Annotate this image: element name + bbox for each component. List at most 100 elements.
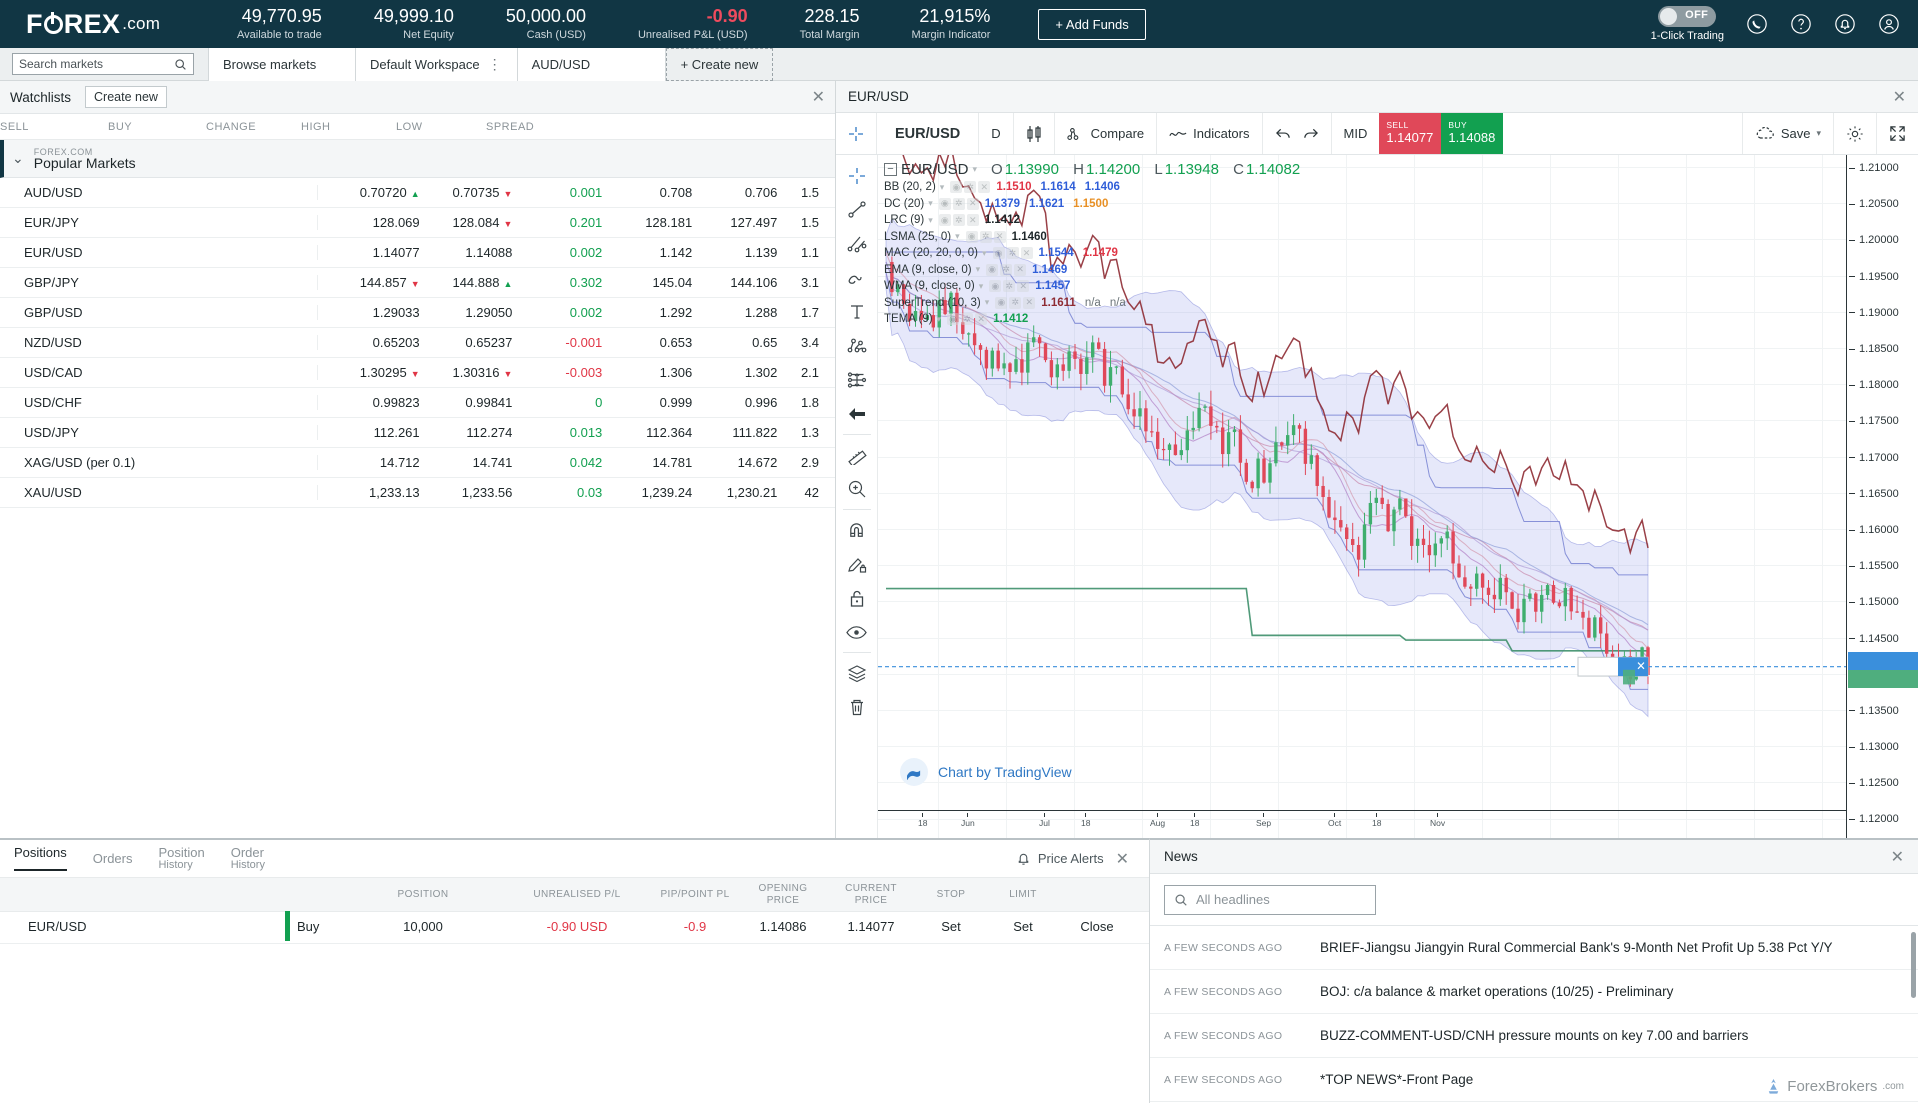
watchlist-row-buy[interactable]: 0.65237 [420,335,512,350]
legend-indicator-row[interactable]: EMA (9, close, 0) ▾ ◉ ✲ ✕ 1.1469 [884,262,1300,279]
eye-icon[interactable]: ◉ [938,197,951,210]
chevron-down-icon[interactable]: ⌄ [12,150,24,167]
watchlist-close-icon[interactable]: ✕ [812,87,825,107]
watchlist-row-sell[interactable]: 0.99823 [317,395,420,410]
close-icon[interactable]: ✕ [978,181,991,194]
close-icon[interactable]: ✕ [1017,280,1030,293]
ruler-icon[interactable] [840,438,874,472]
create-new-tab-button[interactable]: + Create new [665,47,774,81]
chevron-down-icon[interactable]: ▾ [979,281,984,292]
watchlist-row-sell[interactable]: 1.30295 ▼ [317,365,420,380]
news-item[interactable]: A FEW SECONDS AGO BUZZ-COMMENT-USD/CNH pr… [1150,1014,1918,1058]
default-workspace-tab[interactable]: Default Workspace ⋮ [356,47,518,81]
close-icon[interactable]: ✕ [966,197,979,210]
legend-indicator-row[interactable]: LSMA (25, 0) ▾ ◉ ✲ ✕ 1.1460 [884,229,1300,246]
layers-icon[interactable] [840,656,874,690]
watchlist-row[interactable]: EUR/JPY 128.069 128.084 ▼ 0.201 128.181 127.49… [0,208,835,238]
workspace-menu-icon[interactable]: ⋮ [488,56,503,73]
compare-button[interactable]: Compare [1055,113,1158,154]
eye-icon[interactable]: ◉ [989,280,1002,293]
gear-icon[interactable]: ✲ [961,313,974,326]
watchlist-row-buy[interactable]: 0.70735 ▼ [420,185,512,200]
chevron-down-icon[interactable]: ▾ [985,297,990,308]
watchlist-row-sell[interactable]: 0.70720 ▲ [317,185,420,200]
watchlist-row[interactable]: NZD/USD 0.65203 0.65237 -0.001 0.653 0.65 3.4 [0,328,835,358]
current-buy-price-marker[interactable] [1848,669,1918,688]
tradingview-credit[interactable]: Chart by TradingView [900,758,1072,786]
help-icon[interactable] [1786,9,1816,39]
pitchfork-icon[interactable] [840,329,874,363]
crosshair-tool-button[interactable] [836,113,877,154]
close-icon[interactable]: ✕ [1020,247,1033,260]
draw-lock-icon[interactable] [840,547,874,581]
watchlist-row-buy[interactable]: 144.888 ▲ [420,275,512,290]
close-icon[interactable]: ✕ [1014,263,1027,276]
position-row[interactable]: EUR/USD Buy 10,000 -0.90 USD -0.9 1.14086 1.14… [0,911,1149,944]
watchlist-row-buy[interactable]: 1.30316 ▼ [420,365,512,380]
current-sell-price-marker[interactable] [1848,651,1918,670]
save-button[interactable]: Save ▾ [1743,113,1834,154]
tab-positions[interactable]: Positions [14,846,67,871]
watchlist-row-buy[interactable]: 1.14088 [420,245,512,260]
chevron-down-icon[interactable]: ▾ [976,264,981,275]
chevron-down-icon[interactable]: ▾ [955,231,960,242]
lock-icon[interactable] [840,581,874,615]
watchlist-row-buy[interactable]: 1,233.56 [420,485,513,500]
zoom-in-icon[interactable] [840,472,874,506]
tab-orders[interactable]: Orders [93,851,133,866]
mid-price-button[interactable]: MID [1332,113,1380,154]
watchlist-row-buy[interactable]: 14.741 [420,455,513,470]
watchlist-row-buy[interactable]: 128.084 ▼ [420,215,512,230]
watchlist-row-sell[interactable]: 1.14077 [317,245,420,260]
legend-indicator-row[interactable]: TEMA (9) ▾ ◉ ✲ ✕ 1.1412 [884,311,1300,328]
watchlist-row-buy[interactable]: 1.29050 [420,305,512,320]
watchlist-row-buy[interactable]: 0.99841 [420,395,512,410]
gear-icon[interactable]: ✲ [979,230,992,243]
chevron-down-icon[interactable]: ▾ [928,215,933,226]
position-set-limit-button[interactable]: Set [987,919,1059,935]
position-set-stop-button[interactable]: Set [915,919,987,935]
news-item[interactable]: A FEW SECONDS AGO BOJ: c/a balance & mark… [1150,970,1918,1014]
close-icon[interactable]: ✕ [966,214,979,227]
news-item[interactable]: A FEW SECONDS AGO BRIEF-Jiangsu Jiangyin … [1150,926,1918,970]
undo-icon[interactable] [1263,113,1297,154]
close-icon[interactable]: ✕ [993,230,1006,243]
legend-indicator-row[interactable]: LRC (9) ▾ ◉ ✲ ✕ 1.1412 [884,212,1300,229]
browse-markets-tab[interactable]: Browse markets [208,47,356,81]
tab-position-history[interactable]: Position History [158,846,204,871]
arrow-left-icon[interactable] [840,397,874,431]
news-scrollbar[interactable] [1911,932,1916,998]
watchlist-row[interactable]: EUR/USD 1.14077 1.14088 0.002 1.142 1.139 1.1 [0,238,835,268]
fib-fork-icon[interactable] [840,227,874,261]
watchlist-row[interactable]: AUD/USD 0.70720 ▲ 0.70735 ▼ 0.001 0.708 0.706 1.… [0,178,835,208]
one-click-trading-toggle[interactable]: OFF [1658,6,1717,27]
gear-icon[interactable]: ✲ [964,181,977,194]
close-icon[interactable]: ✕ [1023,296,1036,309]
watchlist-create-new-button[interactable]: Create new [85,86,167,108]
chart-plot-area[interactable]: − EUR/USD ▾ O 1.13990 H 1.14200 L 1.13948 C… [878,155,1846,838]
eye-icon[interactable]: ◉ [965,230,978,243]
candlestick-chart-icon[interactable] [1014,113,1055,154]
watchlist-group-popular-markets[interactable]: ⌄ FOREX.COM Popular Markets [0,140,835,178]
eye-icon[interactable]: ◉ [950,181,963,194]
eye-icon[interactable]: ◉ [986,263,999,276]
watchlist-row-sell[interactable]: 128.069 [317,215,420,230]
news-close-icon[interactable]: ✕ [1891,847,1904,867]
legend-indicator-row[interactable]: MAC (20, 20, 0, 0) ▾ ◉ ✲ ✕ 1.1544 1.1479 [884,245,1300,262]
eye-icon[interactable] [840,615,874,649]
watchlist-row[interactable]: USD/JPY 112.261 112.274 0.013 112.364 111.822… [0,418,835,448]
add-funds-button[interactable]: + Add Funds [1038,8,1146,40]
legend-indicator-row[interactable]: SuperTrend (10, 3) ▾ ◉ ✲ ✕ 1.1611 n/a n/a [884,295,1300,312]
eye-icon[interactable]: ◉ [995,296,1008,309]
positions-close-icon[interactable]: ✕ [1116,849,1129,869]
chart-buy-button[interactable]: BUY 1.14088 [1441,113,1504,154]
phone-icon[interactable] [1742,9,1772,39]
redo-icon[interactable] [1297,113,1332,154]
chevron-down-icon[interactable]: ▾ [928,198,933,209]
watchlist-row-buy[interactable]: 112.274 [420,425,512,440]
eye-icon[interactable]: ◉ [938,214,951,227]
watchlist-row[interactable]: XAG/USD (per 0.1) 14.712 14.741 0.042 14.781… [0,448,835,478]
chart-interval-button[interactable]: D [979,113,1014,154]
eye-icon[interactable]: ◉ [947,313,960,326]
legend-indicator-row[interactable]: BB (20, 2) ▾ ◉ ✲ ✕ 1.1510 1.1614 1.1406 [884,179,1300,196]
